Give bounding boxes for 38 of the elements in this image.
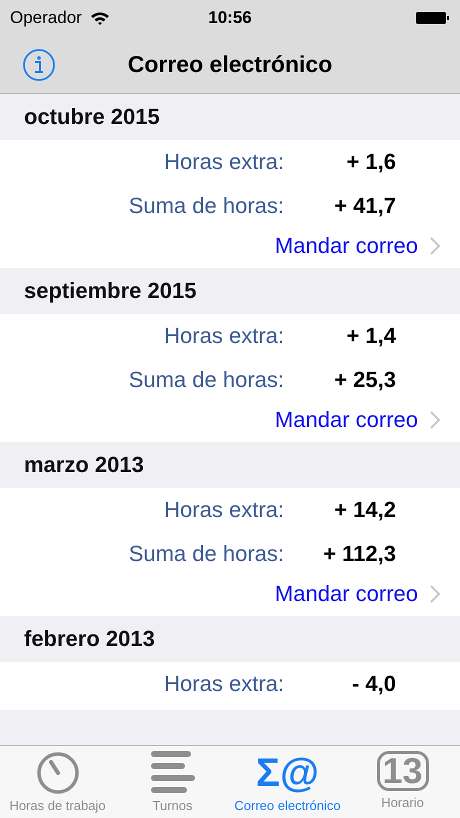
tab-item[interactable]: Σ@ Correo electrónico <box>230 746 345 818</box>
tab-item[interactable]: 13 Horario <box>345 746 460 818</box>
send-mail-link[interactable]: Mandar correo <box>0 228 460 264</box>
send-mail-link[interactable]: Mandar correo <box>0 402 460 438</box>
info-button[interactable] <box>22 48 56 82</box>
chevron-icon <box>430 585 440 603</box>
section-header: marzo 2013 <box>23 451 145 479</box>
status-time: 10:56 <box>207 8 253 28</box>
hours-label: Horas extra: <box>163 149 284 175</box>
hours-label: Suma de horas: <box>128 193 284 219</box>
calendar-date-icon: 13 <box>376 751 428 791</box>
hours-value: + 14,2 <box>333 497 396 523</box>
send-mail-link[interactable]: Mandar correo <box>0 576 460 612</box>
sigma-at-icon: Σ@ <box>256 750 319 796</box>
hours-label: Horas extra: <box>163 497 284 523</box>
hours-label: Horas extra: <box>163 323 284 349</box>
hours-value: + 41,7 <box>333 193 396 219</box>
section-header: septiembre 2015 <box>23 277 198 305</box>
hours-value: + 1,6 <box>345 149 396 175</box>
battery-icon <box>416 11 450 25</box>
chevron-icon <box>430 237 440 255</box>
tab-item[interactable]: Horas de trabajo <box>0 746 115 818</box>
hours-value: + 25,3 <box>333 367 396 393</box>
hours-value: + 112,3 <box>322 541 396 567</box>
hours-label: Suma de horas: <box>128 541 284 567</box>
hours-value: - 4,0 <box>350 671 396 697</box>
wifi-icon <box>90 10 110 26</box>
carrier-name: Operador <box>10 8 82 28</box>
chevron-icon <box>430 411 440 429</box>
nav-title: Correo electrónico <box>128 51 332 78</box>
hours-value: + 1,4 <box>345 323 396 349</box>
section-header: octubre 2015 <box>23 103 161 131</box>
hours-label: Suma de horas: <box>128 367 284 393</box>
list-lines-icon <box>150 750 196 796</box>
clock-icon <box>36 751 80 795</box>
tab-item[interactable]: Turnos <box>115 746 230 818</box>
section-header: febrero 2013 <box>23 625 156 653</box>
hours-label: Horas extra: <box>163 671 284 697</box>
